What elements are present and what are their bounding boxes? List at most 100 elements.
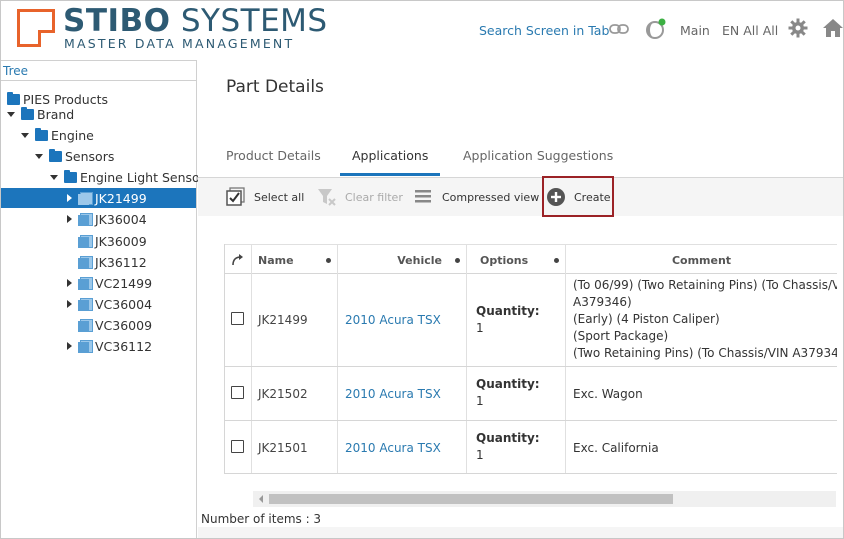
- compressed-view-button[interactable]: Compressed view: [414, 186, 539, 208]
- product-icon: [78, 318, 93, 332]
- expand-arrow-icon[interactable]: [50, 174, 58, 180]
- options-cell: Quantity: 1: [467, 367, 566, 420]
- options-cell: Quantity: 1: [467, 274, 566, 366]
- options-cell: Quantity: 1: [467, 421, 566, 473]
- main-panel: Part Details Product Details Application…: [198, 60, 843, 538]
- vehicle-link[interactable]: 2010 Acura TSX: [345, 387, 441, 401]
- product-icon: [78, 191, 93, 205]
- tree-node-vc21499[interactable]: VC21499: [67, 273, 152, 293]
- product-icon: [78, 255, 93, 269]
- vehicle-cell: 2010 Acura TSX: [338, 367, 467, 420]
- select-all-button[interactable]: Select all: [226, 186, 304, 208]
- clear-filter-button[interactable]: Clear filter: [317, 186, 403, 208]
- status-moon-icon[interactable]: [645, 18, 667, 40]
- row-select-cell: [225, 421, 252, 473]
- scrollbar-thumb[interactable]: [269, 494, 673, 504]
- scroll-left-arrow-icon[interactable]: [259, 495, 263, 503]
- folder-icon: [21, 106, 34, 120]
- column-header-comment[interactable]: Comment: [566, 245, 837, 275]
- workspace-label[interactable]: Main: [680, 23, 710, 38]
- tree-node-vc36112[interactable]: VC36112: [67, 336, 152, 356]
- toolbar: Select all Clear filter Compressed view: [198, 178, 843, 216]
- item-count: Number of items : 3: [201, 512, 322, 526]
- tree-node-vc36009[interactable]: VC36009: [78, 315, 152, 335]
- tree-node-engine-light-sensor[interactable]: Engine Light Sensor: [50, 167, 205, 187]
- logo-subtitle: MASTER DATA MANAGEMENT: [64, 36, 295, 51]
- column-header-name[interactable]: Name: [252, 245, 338, 275]
- vehicle-link[interactable]: 2010 Acura TSX: [345, 313, 441, 327]
- tree-node-jk36004[interactable]: JK36004: [67, 209, 147, 229]
- horizontal-scrollbar[interactable]: [253, 491, 836, 507]
- rotate-arrow-icon[interactable]: [230, 252, 246, 268]
- folder-icon: [49, 148, 62, 162]
- row-checkbox[interactable]: [231, 312, 244, 325]
- expand-arrow-icon[interactable]: [35, 153, 43, 159]
- column-menu-dot-icon[interactable]: [455, 258, 460, 263]
- context-selector[interactable]: EN All All: [722, 23, 778, 38]
- applications-grid: Name Vehicle Options Comment JK21499 201…: [224, 244, 837, 474]
- row-checkbox[interactable]: [231, 386, 244, 399]
- folder-icon: [64, 169, 77, 183]
- tree-node-sensors[interactable]: Sensors: [35, 146, 114, 166]
- expand-arrow-icon[interactable]: [21, 132, 29, 138]
- grid-header: Name Vehicle Options Comment: [225, 244, 837, 275]
- name-cell: JK21501: [252, 421, 338, 473]
- table-row[interactable]: JK21502 2010 Acura TSX Quantity: 1 Exc. …: [225, 367, 837, 421]
- tree-node-engine[interactable]: Engine: [21, 125, 94, 145]
- column-menu-dot-icon[interactable]: [326, 258, 331, 263]
- tree-node-brand[interactable]: Brand: [7, 104, 74, 124]
- tab-bar: Product Details Applications Application…: [198, 142, 843, 178]
- row-select-cell: [225, 367, 252, 420]
- column-menu-dot-icon[interactable]: [554, 258, 559, 263]
- tree-node-jk21499[interactable]: JK21499: [1, 188, 196, 208]
- name-cell: JK21502: [252, 367, 338, 420]
- page-title: Part Details: [226, 77, 324, 97]
- comment-cell: (To 06/99) (Two Retaining Pins) (To Chas…: [573, 278, 837, 360]
- vehicle-link[interactable]: 2010 Acura TSX: [345, 441, 441, 455]
- compressed-view-icon: [415, 190, 431, 203]
- home-icon[interactable]: [823, 18, 843, 38]
- column-header-toggle[interactable]: [225, 245, 252, 275]
- folder-icon: [7, 91, 20, 105]
- row-select-cell: [225, 274, 252, 366]
- tree-node-vc36004[interactable]: VC36004: [67, 294, 152, 314]
- comment-cell: Exc. Wagon: [573, 387, 643, 401]
- table-row[interactable]: JK21499 2010 Acura TSX Quantity: 1 (To 0…: [225, 274, 837, 367]
- filter-clear-icon: [318, 189, 336, 206]
- logo-wordmark: STIBO SYSTEMS: [63, 3, 328, 39]
- tab-application-suggestions[interactable]: Application Suggestions: [463, 148, 613, 173]
- tab-product-details[interactable]: Product Details: [226, 148, 321, 173]
- product-icon: [78, 234, 93, 248]
- expand-arrow-icon[interactable]: [7, 111, 15, 117]
- bottom-strip: [198, 527, 843, 538]
- tab-applications[interactable]: Applications: [340, 148, 441, 176]
- select-all-icon: [226, 187, 245, 206]
- stibo-logo-mark: [17, 9, 55, 47]
- vehicle-cell: 2010 Acura TSX: [338, 274, 467, 366]
- create-highlight-frame: [542, 176, 614, 217]
- column-header-options[interactable]: Options: [467, 245, 566, 275]
- expand-arrow-icon[interactable]: [67, 215, 72, 223]
- folder-icon: [35, 127, 48, 141]
- expand-arrow-icon[interactable]: [67, 279, 72, 287]
- tree-panel: Tree PIES Products Brand Engine Sensors …: [1, 60, 205, 538]
- expand-arrow-icon[interactable]: [67, 342, 72, 350]
- link-icon[interactable]: [609, 22, 629, 36]
- column-header-vehicle[interactable]: Vehicle: [338, 245, 467, 275]
- gear-icon[interactable]: [788, 18, 808, 38]
- product-icon: [78, 276, 93, 290]
- tree-node-jk36112[interactable]: JK36112: [78, 252, 147, 272]
- search-screen-link[interactable]: Search Screen in Tab: [479, 23, 609, 38]
- expand-arrow-icon[interactable]: [67, 300, 72, 308]
- name-cell: JK21499: [252, 274, 338, 366]
- comment-cell: Exc. California: [573, 441, 659, 455]
- row-checkbox[interactable]: [231, 440, 244, 453]
- product-icon: [78, 297, 93, 311]
- vehicle-cell: 2010 Acura TSX: [338, 421, 467, 473]
- table-row[interactable]: JK21501 2010 Acura TSX Quantity: 1 Exc. …: [225, 421, 837, 474]
- tree-tab[interactable]: Tree: [1, 61, 196, 81]
- expand-arrow-icon[interactable]: [67, 194, 72, 202]
- product-icon: [78, 212, 93, 226]
- app-header: STIBO SYSTEMS MASTER DATA MANAGEMENT Sea…: [1, 1, 843, 59]
- tree-node-jk36009[interactable]: JK36009: [78, 231, 147, 251]
